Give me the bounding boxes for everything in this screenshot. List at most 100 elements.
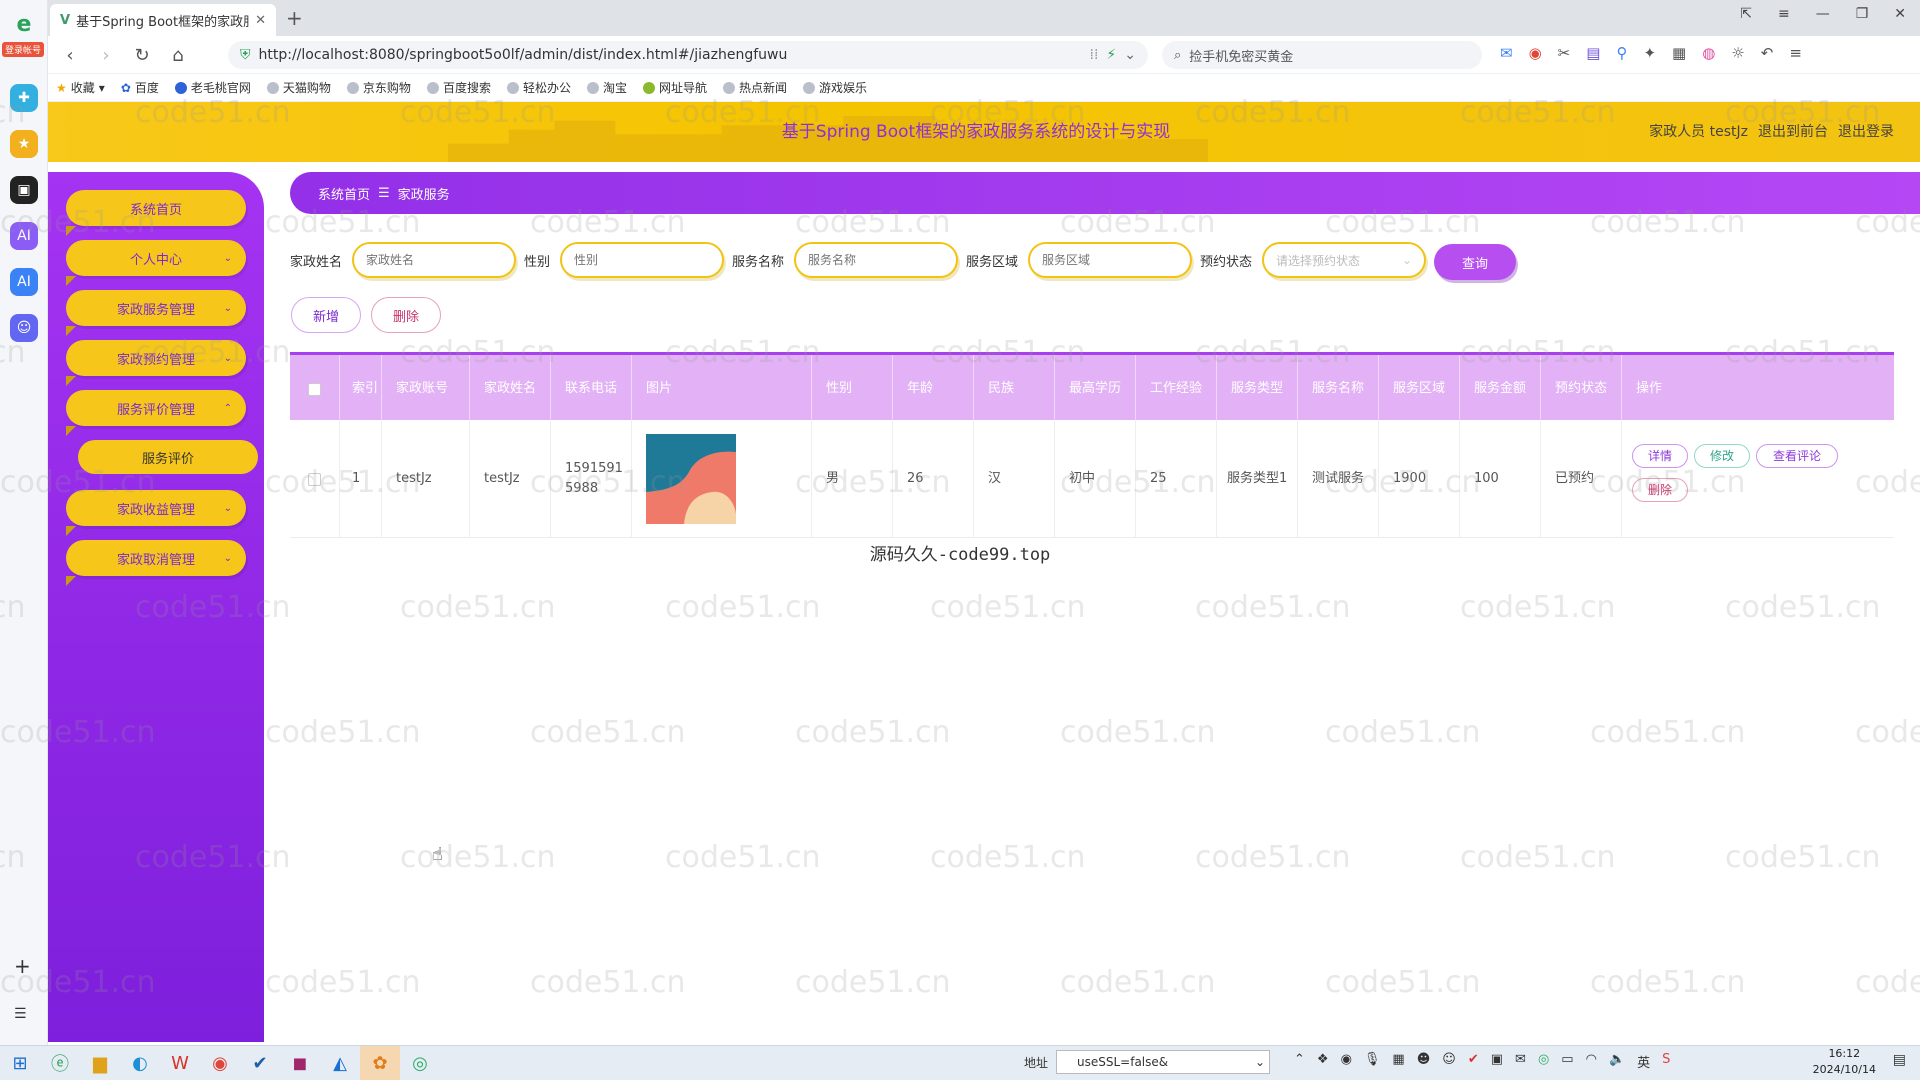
address-bar[interactable]: ⛨ http://localhost:8080/springboot5o0lf/… bbox=[228, 41, 1148, 69]
volume-icon[interactable]: 🔈 bbox=[1609, 1052, 1625, 1071]
close-window-icon[interactable]: ✕ bbox=[1894, 6, 1906, 22]
side-menu-icon[interactable]: ☰ bbox=[14, 1006, 27, 1022]
menu-icon[interactable]: ≡ bbox=[1778, 6, 1790, 22]
brightness-icon[interactable]: ☼ bbox=[1731, 44, 1744, 62]
vscode-like-icon[interactable]: ✔ bbox=[240, 1046, 280, 1080]
battery-icon[interactable]: ▭ bbox=[1561, 1052, 1573, 1071]
magnifier-icon[interactable]: ⚲ bbox=[1616, 44, 1627, 62]
bookmark-item[interactable]: 京东购物 bbox=[346, 79, 411, 96]
apps-grid-icon[interactable]: ⁞⁞ bbox=[1090, 47, 1099, 63]
tray-app-icon[interactable]: ☺ bbox=[1442, 1052, 1456, 1071]
paw-app-icon[interactable]: ✿ bbox=[360, 1045, 400, 1080]
detail-button[interactable]: 详情 bbox=[1632, 444, 1688, 468]
weibo-icon[interactable]: ◉ bbox=[1529, 44, 1542, 62]
back-to-front-link[interactable]: 退出到前台 bbox=[1758, 102, 1828, 162]
intellij-icon[interactable]: ◼ bbox=[280, 1046, 320, 1080]
dropdown-chevron-icon[interactable]: ⌄ bbox=[1124, 47, 1136, 63]
extension-icon[interactable]: ✦ bbox=[1643, 44, 1656, 62]
status-filter-select[interactable]: 请选择预约状态 ⌄ bbox=[1262, 242, 1426, 278]
sidebar-item-service-management[interactable]: 家政服务管理 ⌄ bbox=[66, 290, 246, 336]
wps-icon[interactable]: W bbox=[160, 1046, 200, 1080]
mail-icon[interactable]: ✉ bbox=[1500, 44, 1513, 62]
browser-tab[interactable]: V 基于Spring Boot框架的家政服 ✕ bbox=[50, 4, 276, 36]
bookmark-item[interactable]: 百度搜索 bbox=[426, 79, 491, 96]
tray-app-icon[interactable]: ❖ bbox=[1317, 1052, 1329, 1071]
ai-assistant-icon[interactable]: AI bbox=[10, 268, 38, 296]
bookmark-item[interactable]: 轻松办公 bbox=[506, 79, 571, 96]
bookmark-item[interactable]: 淘宝 bbox=[586, 79, 627, 96]
wechat-icon[interactable]: ◎ bbox=[400, 1046, 440, 1080]
speed-mode-icon[interactable]: ⚡ bbox=[1106, 47, 1116, 63]
sidebar-item-income-management[interactable]: 家政收益管理 ⌄ bbox=[66, 490, 246, 536]
browser-taskbar-icon[interactable]: ⓔ bbox=[40, 1046, 80, 1080]
wechat-tray-icon[interactable]: ◎ bbox=[1538, 1052, 1549, 1071]
edge-icon[interactable]: ◐ bbox=[120, 1046, 160, 1080]
sidebar-item-booking-management[interactable]: 家政预约管理 ⌄ bbox=[66, 340, 246, 386]
scissors-icon[interactable]: ✂ bbox=[1558, 44, 1571, 62]
logout-link[interactable]: 退出登录 bbox=[1838, 102, 1894, 162]
color-wheel-icon[interactable]: ◍ bbox=[1702, 44, 1715, 62]
dropdown-chevron-icon[interactable]: ⌄ bbox=[1255, 1055, 1269, 1069]
file-explorer-icon[interactable]: ▆ bbox=[80, 1046, 120, 1080]
ide-icon[interactable]: ◭ bbox=[320, 1046, 360, 1080]
tray-app-icon[interactable]: ◉ bbox=[1341, 1052, 1352, 1071]
bookmark-item[interactable]: ✿ 百度 bbox=[121, 79, 159, 96]
notification-icon[interactable]: ▤ bbox=[1893, 1052, 1906, 1068]
back-icon[interactable]: ‹ bbox=[56, 41, 84, 69]
tray-app-icon[interactable]: ☻ bbox=[1417, 1052, 1431, 1071]
add-side-app-icon[interactable]: + bbox=[14, 954, 31, 978]
sidebar-item-personal-center[interactable]: 个人中心 ⌄ bbox=[66, 240, 246, 286]
sogou-icon[interactable]: S bbox=[1662, 1052, 1670, 1071]
row-delete-button[interactable]: 删除 bbox=[1632, 478, 1688, 502]
tray-app-icon[interactable]: ✉ bbox=[1515, 1052, 1526, 1071]
wifi-icon[interactable]: ◠ bbox=[1586, 1052, 1597, 1071]
video-icon[interactable]: ▣ bbox=[10, 176, 38, 204]
undo-icon[interactable]: ↶ bbox=[1761, 44, 1774, 62]
ai-icon[interactable]: AI bbox=[10, 222, 38, 250]
bookmark-item[interactable]: 热点新闻 bbox=[723, 79, 787, 96]
windows-start-icon[interactable]: ⊞ bbox=[0, 1046, 40, 1080]
sidebar-item-home[interactable]: 系统首页 bbox=[66, 190, 246, 236]
microphone-icon[interactable]: 🎙 bbox=[1364, 1052, 1381, 1071]
sidebar-item-review-management[interactable]: 服务评价管理 ⌃ bbox=[66, 390, 246, 436]
taskbar-clock[interactable]: 16:12 2024/10/14 bbox=[1813, 1046, 1876, 1078]
bookmark-item[interactable]: 天猫购物 bbox=[266, 79, 331, 96]
grid-icon[interactable]: ▦ bbox=[1672, 44, 1686, 62]
gender-filter-input[interactable] bbox=[560, 242, 724, 278]
tray-app-icon[interactable]: ▣ bbox=[1491, 1052, 1503, 1071]
ime-indicator[interactable]: 英 bbox=[1637, 1052, 1650, 1071]
new-tab-button[interactable]: + bbox=[286, 6, 303, 30]
translate-icon[interactable]: ▤ bbox=[1586, 44, 1600, 62]
bookmark-item[interactable]: 网址导航 bbox=[642, 79, 707, 96]
side-app-icon[interactable]: ✚ bbox=[10, 84, 38, 112]
edit-button[interactable]: 修改 bbox=[1694, 444, 1750, 468]
hamburger-menu-icon[interactable]: ≡ bbox=[1789, 44, 1802, 62]
login-badge[interactable]: 登录帐号 bbox=[2, 42, 45, 57]
row-checkbox[interactable] bbox=[308, 472, 321, 486]
tray-expand-icon[interactable]: ⌃ bbox=[1294, 1052, 1305, 1071]
chat-bot-icon[interactable]: ☺ bbox=[10, 314, 38, 342]
add-button[interactable]: 新增 bbox=[291, 297, 361, 333]
area-filter-input[interactable] bbox=[1028, 242, 1192, 278]
restore-icon[interactable]: ❐ bbox=[1856, 6, 1869, 22]
home-icon[interactable]: ⌂ bbox=[164, 41, 192, 69]
minimize-icon[interactable]: — bbox=[1816, 6, 1830, 22]
name-filter-input[interactable] bbox=[352, 242, 516, 278]
bookmark-favorites[interactable]: ★ 收藏 ▾ bbox=[56, 79, 105, 96]
delete-button[interactable]: 删除 bbox=[371, 297, 441, 333]
browser-search-box[interactable]: ⌕ 捡手机免密买黄金 bbox=[1162, 41, 1482, 69]
chrome-icon[interactable]: ◉ bbox=[200, 1046, 240, 1080]
tray-app-icon[interactable]: ▦ bbox=[1392, 1052, 1404, 1071]
forward-icon[interactable]: › bbox=[92, 41, 120, 69]
tray-app-icon[interactable]: ✔ bbox=[1468, 1052, 1479, 1071]
pin-icon[interactable]: ⇱ bbox=[1740, 6, 1752, 22]
service-filter-input[interactable] bbox=[794, 242, 958, 278]
bookmark-item[interactable]: 游戏娱乐 bbox=[803, 79, 867, 96]
taskbar-address-input[interactable]: useSSL=false& ⌄ bbox=[1056, 1050, 1270, 1074]
favorite-star-icon[interactable]: ★ bbox=[10, 130, 38, 158]
close-tab-icon[interactable]: ✕ bbox=[255, 13, 266, 28]
breadcrumb-home[interactable]: 系统首页 bbox=[318, 184, 370, 203]
view-reviews-button[interactable]: 查看评论 bbox=[1756, 444, 1838, 468]
service-thumbnail-image[interactable] bbox=[646, 434, 736, 524]
bookmark-item[interactable]: 老毛桃官网 bbox=[174, 79, 251, 96]
